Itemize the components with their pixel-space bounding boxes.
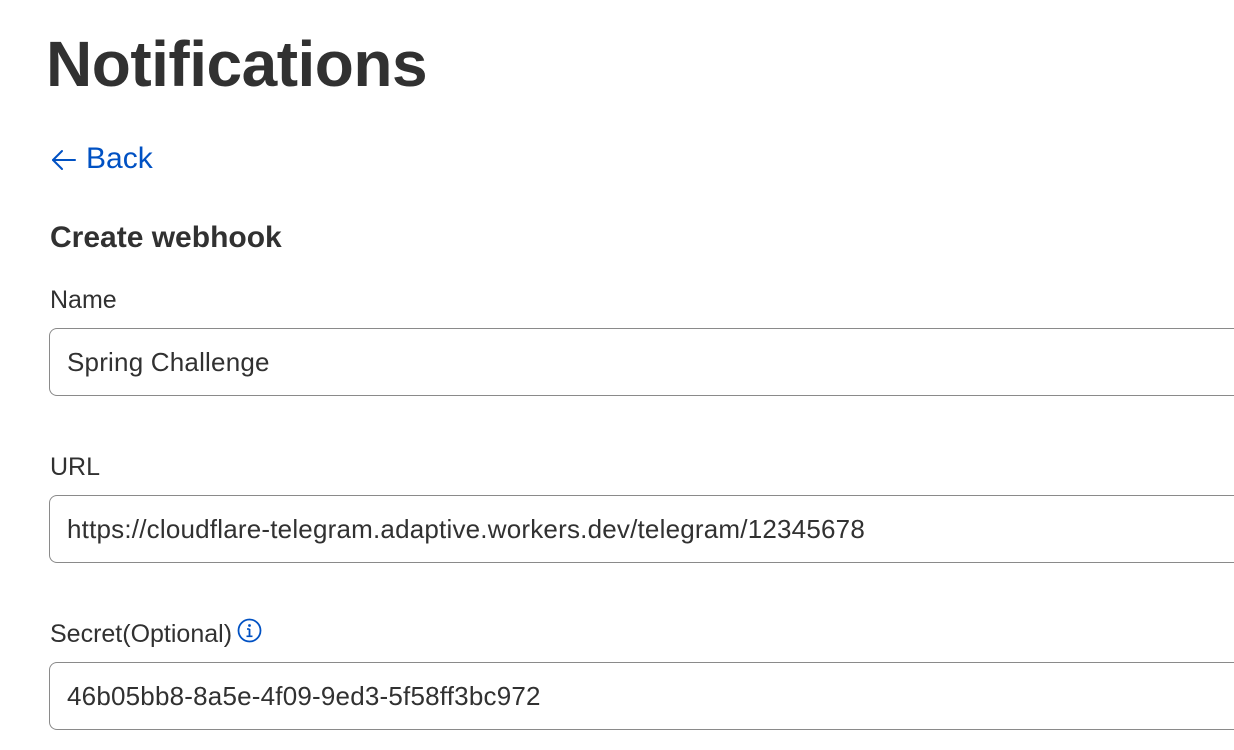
back-link[interactable]: Back: [50, 140, 153, 178]
secret-label-text: Secret(Optional): [50, 620, 233, 648]
secret-input[interactable]: [49, 662, 1234, 730]
create-webhook-title: Create webhook: [50, 221, 282, 254]
page-title: Notifications: [46, 28, 428, 100]
back-link-label: Back: [86, 142, 153, 175]
arrow-left-icon: [50, 145, 78, 173]
name-field-label: Name: [50, 284, 117, 316]
name-label-text: Name: [50, 286, 117, 314]
name-input[interactable]: [49, 328, 1234, 396]
url-input[interactable]: [49, 495, 1234, 563]
secret-field-label: Secret(Optional): [50, 618, 262, 650]
notifications-page: Notifications Back Create webhook Name U…: [0, 0, 1234, 750]
info-icon[interactable]: [237, 618, 262, 643]
url-field-label: URL: [50, 451, 100, 483]
url-label-text: URL: [50, 453, 101, 481]
